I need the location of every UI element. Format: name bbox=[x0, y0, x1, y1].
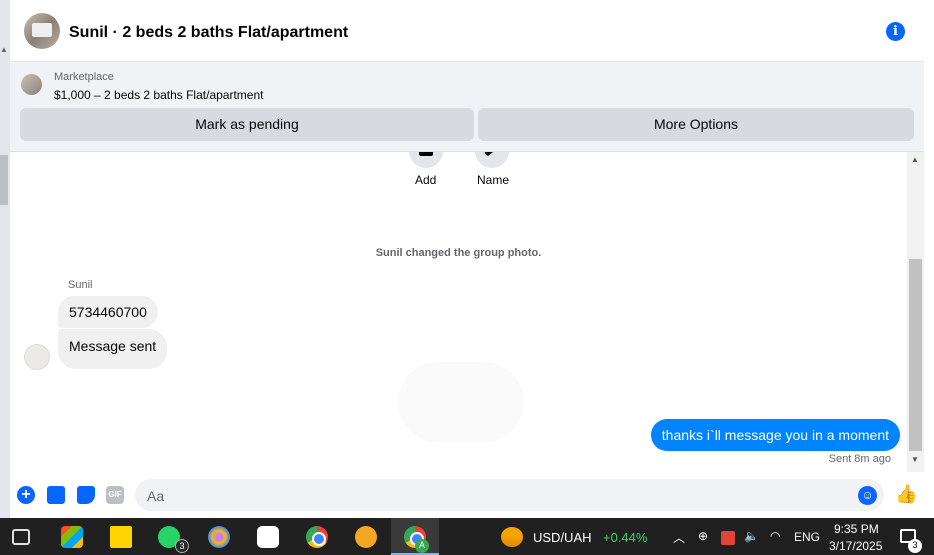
paint-icon[interactable] bbox=[208, 526, 230, 548]
chevron-up-icon[interactable]: ︿ bbox=[673, 529, 685, 546]
listing-summary[interactable]: $1,000 – 2 beds 2 baths Flat/apartment bbox=[54, 88, 263, 102]
name-group-button[interactable] bbox=[475, 152, 509, 168]
mark-as-pending-button[interactable]: Mark as pending bbox=[20, 108, 474, 141]
marketplace-banner: Marketplace $1,000 – 2 beds 2 baths Flat… bbox=[10, 62, 924, 152]
scroll-up-arrow-icon[interactable]: ▲ bbox=[911, 155, 919, 164]
message-thread: Add Name Sunil changed the group photo. … bbox=[10, 152, 907, 472]
incoming-message[interactable]: Message sent bbox=[58, 329, 168, 369]
more-options-button[interactable]: More Options bbox=[478, 108, 914, 141]
info-icon[interactable]: i bbox=[886, 22, 905, 41]
emoji-icon[interactable]: ☺ bbox=[858, 486, 877, 505]
microsoft-store-icon[interactable] bbox=[61, 526, 83, 548]
task-view-icon[interactable] bbox=[12, 529, 30, 545]
currency-widget-icon[interactable] bbox=[501, 527, 523, 547]
message-status: Sent 8m ago bbox=[828, 453, 891, 465]
outgoing-message[interactable]: thanks i`ll message you in a moment bbox=[650, 419, 900, 451]
gif-icon[interactable]: GIF bbox=[106, 486, 124, 504]
person-add-icon bbox=[419, 152, 433, 156]
messenger-window: ▲ Sunil · 2 beds 2 baths Flat/apartment … bbox=[0, 0, 934, 518]
plus-icon[interactable]: + bbox=[17, 486, 35, 504]
thread-scrollbar-thumb[interactable] bbox=[909, 259, 922, 451]
scroll-up-arrow-icon[interactable]: ▲ bbox=[0, 45, 8, 54]
sender-name: Sunil bbox=[68, 279, 93, 291]
left-scrollbar-thumb[interactable] bbox=[0, 155, 8, 205]
message-input[interactable]: Aa bbox=[135, 479, 884, 511]
currency-pair[interactable]: USD/UAH bbox=[533, 530, 592, 545]
conversation-title[interactable]: Sunil · 2 beds 2 baths Flat/apartment bbox=[69, 24, 348, 42]
photo-icon[interactable] bbox=[47, 486, 65, 504]
name-label: Name bbox=[477, 173, 510, 187]
conversation-header: Sunil · 2 beds 2 baths Flat/apartment i bbox=[10, 4, 924, 62]
language-indicator[interactable]: ENG bbox=[794, 530, 820, 544]
incoming-message[interactable]: 5734460700 bbox=[58, 296, 158, 328]
sender-avatar[interactable] bbox=[24, 344, 50, 370]
sticker-icon[interactable] bbox=[77, 486, 95, 504]
volume-icon[interactable]: 🔈 bbox=[744, 529, 759, 543]
wifi-icon[interactable]: ◠ bbox=[770, 529, 780, 543]
vpn-icon[interactable] bbox=[355, 526, 377, 548]
pencil-icon bbox=[483, 152, 501, 157]
clock-date[interactable]: 3/17/2025 bbox=[829, 539, 882, 553]
screen-record-icon[interactable] bbox=[721, 531, 735, 545]
conversation-avatar[interactable] bbox=[24, 13, 60, 49]
currency-change: +0.44% bbox=[603, 530, 648, 545]
faded-background-shape bbox=[398, 362, 524, 442]
thread-scrollbar[interactable]: ▲ ▼ bbox=[907, 152, 924, 472]
message-composer: + GIF Aa ☺ 👍 bbox=[10, 472, 934, 518]
whatsapp-badge: 3 bbox=[175, 539, 189, 553]
chrome-profile-badge: A bbox=[415, 539, 429, 553]
notification-count: 3 bbox=[908, 539, 922, 553]
add-label: Add bbox=[415, 173, 437, 187]
sticky-notes-icon[interactable] bbox=[110, 526, 132, 548]
clock-time[interactable]: 9:35 PM bbox=[834, 522, 879, 536]
system-message: Sunil changed the group photo. bbox=[375, 247, 542, 259]
marketplace-label: Marketplace bbox=[54, 71, 114, 83]
scroll-down-arrow-icon[interactable]: ▼ bbox=[911, 455, 919, 464]
thumbs-up-icon[interactable]: 👍 bbox=[895, 484, 917, 506]
message-input-placeholder: Aa bbox=[147, 488, 165, 504]
left-scrollbar[interactable]: ▲ bbox=[0, 0, 10, 518]
capcut-icon[interactable] bbox=[257, 526, 279, 548]
windows-taskbar: 3 A USD/UAH +0.44% ︿ ⊕ 🔈 ◠ ENG 9:35 PM 3… bbox=[0, 518, 934, 555]
add-people-button[interactable] bbox=[409, 152, 443, 168]
network-icon[interactable]: ⊕ bbox=[698, 529, 708, 543]
chrome-icon[interactable] bbox=[306, 526, 328, 548]
listing-thumbnail[interactable] bbox=[21, 74, 42, 95]
